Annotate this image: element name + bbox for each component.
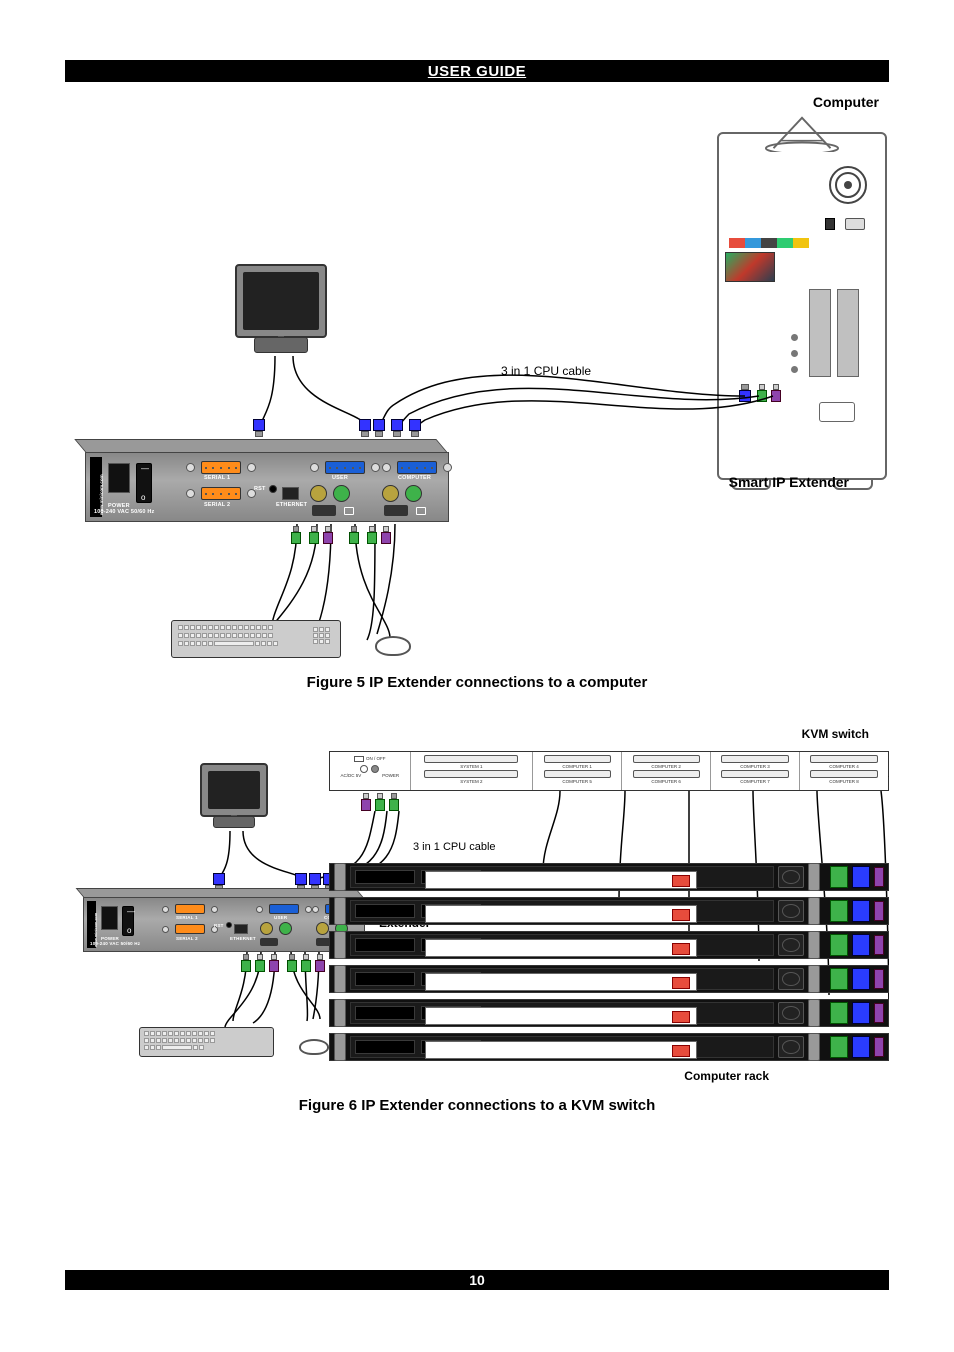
computer-tower [717,132,887,480]
serial2-label: SERIAL 2 [204,502,230,508]
mouse-small [299,1039,329,1055]
kvm-switch: ON / OFF AC/DC 5V POWER SYSTEM 1 [329,751,889,791]
serial1-label: SERIAL 1 [204,475,230,481]
ip-extender: www.minicom.com POWER 100-240 VAC 50/60 … [85,452,449,522]
rack-server-3 [329,931,889,959]
cpu-cable-label-2: 3 in 1 CPU cable [413,841,496,853]
monitor [235,264,327,338]
rack-server-1 [329,863,889,891]
ip-extender-small: www.minicom.com POWER 100-240 VAC 50/60 … [83,897,365,952]
mouse-icon [375,636,411,656]
extender-label: Smart IP Extender [729,474,849,490]
cpu-cable-label: 3 in 1 CPU cable [501,364,591,378]
figure6-caption: Figure 6 IP Extender connections to a KV… [65,1097,889,1114]
computer-label: Computer [813,94,879,110]
footer-bar: 10 [65,1270,889,1290]
ethernet-label: ETHERNET [276,502,307,508]
computer-port-label: COMPUTER [398,475,431,481]
page-number: 10 [469,1272,485,1288]
figure-6: KVM switch ON / OFF AC/DC 5V [65,721,889,1114]
header-title: USER GUIDE [428,63,526,80]
rack-server-2 [329,897,889,925]
user-label: USER [332,475,348,481]
rst-label: RST [254,486,266,492]
monitor-small [200,763,268,817]
rack-server-5 [329,999,889,1027]
computer-rack-label: Computer rack [684,1069,769,1083]
header-bar: USER GUIDE [65,60,889,82]
kvm-switch-label: KVM switch [802,727,869,741]
figure-5: Computer [65,94,889,691]
figure5-caption: Figure 5 IP Extender connections to a co… [65,674,889,691]
keyboard-small [139,1027,274,1057]
fan-icon [829,166,867,204]
rack-server-6 [329,1033,889,1061]
rack-server-4 [329,965,889,993]
power-hz-label: 100-240 VAC 50/60 Hz [94,509,154,515]
keyboard-icon [171,620,341,658]
